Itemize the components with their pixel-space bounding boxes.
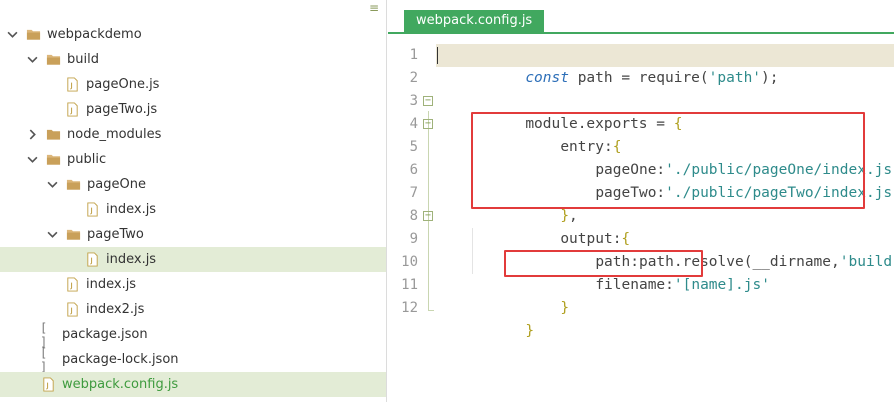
- line-number: 12: [401, 300, 418, 316]
- line-number: 4: [409, 116, 418, 132]
- tab-webpack-config-js[interactable]: webpack.config.js: [404, 10, 545, 32]
- tree-file-pageone-index-js[interactable]: index.js: [0, 197, 386, 222]
- tree-file-package-json[interactable]: [ ] package.json: [0, 320, 386, 349]
- tree-folder-pagetwo[interactable]: pageTwo: [0, 222, 386, 247]
- js-file-icon: [84, 252, 100, 268]
- tree-folder-webpackdemo[interactable]: webpackdemo: [0, 22, 386, 47]
- folder-open-icon: [25, 27, 41, 43]
- tree-item-label: build: [67, 52, 99, 67]
- tree-file-webpack-config-js[interactable]: webpack.config.js: [0, 372, 386, 397]
- js-file-icon: [84, 202, 100, 218]
- tree-file-index2-js[interactable]: index2.js: [0, 297, 386, 322]
- folder-open-icon: [45, 52, 61, 68]
- tree-folder-public[interactable]: public: [0, 147, 386, 172]
- tree-item-label: public: [67, 152, 107, 167]
- tree-folder-node-modules[interactable]: node_modules: [0, 122, 386, 147]
- code-line[interactable]: 11 }: [388, 274, 894, 316]
- line-number: 9: [409, 231, 418, 247]
- text-caret: [437, 47, 438, 64]
- chevron-right-icon[interactable]: [26, 129, 38, 141]
- tree-item-label: webpackdemo: [47, 27, 142, 42]
- highlight-box-filename: [504, 250, 703, 277]
- json-file-icon: [ ]: [40, 345, 49, 374]
- code-editor[interactable]: webpack.config.js 1 const path = require…: [388, 0, 894, 402]
- line-number: 3: [409, 93, 418, 109]
- tree-item-label: pageOne: [87, 177, 146, 192]
- indent-guide: [472, 228, 473, 274]
- line-number: 11: [401, 277, 418, 293]
- tree-item-label: package-lock.json: [62, 352, 179, 367]
- fold-toggle-icon[interactable]: −: [423, 96, 433, 106]
- folder-icon: [45, 127, 61, 143]
- tree-item-label: index2.js: [86, 302, 145, 317]
- folder-open-icon: [65, 227, 81, 243]
- chevron-down-icon[interactable]: [6, 29, 18, 41]
- js-file-icon: [64, 277, 80, 293]
- js-file-icon: [64, 77, 80, 93]
- tree-folder-pageone[interactable]: pageOne: [0, 172, 386, 197]
- highlight-box-entry: [471, 112, 865, 209]
- js-file-icon: [64, 102, 80, 118]
- tree-item-label: webpack.config.js: [62, 377, 179, 392]
- line-number: 5: [409, 139, 418, 155]
- tree-file-pageone-js[interactable]: pageOne.js: [0, 72, 386, 97]
- chevron-down-icon[interactable]: [26, 54, 38, 66]
- fold-toggle-icon[interactable]: −: [423, 211, 433, 221]
- tree-item-label: pageTwo: [87, 227, 144, 242]
- tree-item-label: pageOne.js: [86, 77, 160, 92]
- tree-item-label: index.js: [86, 277, 137, 292]
- code-line[interactable]: 1 const path = require('path');: [388, 44, 894, 86]
- tree-item-label: node_modules: [67, 127, 162, 142]
- fold-toggle-icon[interactable]: −: [423, 119, 433, 129]
- tab-underline: [388, 32, 894, 34]
- json-file-icon: [ ]: [40, 320, 49, 349]
- line-number: 6: [409, 162, 418, 178]
- folder-open-icon: [45, 152, 61, 168]
- code-token: }: [525, 323, 535, 339]
- tree-file-package-lock-json[interactable]: [ ] package-lock.json: [0, 345, 386, 374]
- tree-item-label: pageTwo.js: [86, 102, 158, 117]
- line-number: 8: [409, 208, 418, 224]
- tree-file-pagetwo-js[interactable]: pageTwo.js: [0, 97, 386, 122]
- chevron-down-icon[interactable]: [46, 179, 58, 191]
- tab-bar: webpack.config.js: [388, 0, 894, 34]
- js-file-icon: [40, 377, 56, 393]
- tree-item-label: package.json: [62, 327, 148, 342]
- code-line[interactable]: 3 − module.exports = {: [388, 90, 894, 132]
- code-line[interactable]: 9 path:path.resolve(__dirname,'build'),: [388, 228, 894, 270]
- chevron-down-icon[interactable]: [26, 154, 38, 166]
- tree-item-label: index.js: [106, 202, 157, 217]
- line-number: 7: [409, 185, 418, 201]
- tree-file-pagetwo-index-js[interactable]: index.js: [0, 247, 386, 272]
- line-number: 1: [409, 47, 418, 63]
- chevron-down-icon[interactable]: [46, 229, 58, 241]
- file-explorer: ≡ webpackdemo build pageOne.js pageTwo.j…: [0, 0, 387, 402]
- line-number: 2: [409, 70, 418, 86]
- menu-icon[interactable]: ≡: [368, 2, 380, 14]
- code-line[interactable]: 2: [388, 67, 894, 90]
- line-number: 10: [401, 254, 418, 270]
- js-file-icon: [64, 302, 80, 318]
- code-line[interactable]: 12 }: [388, 297, 894, 339]
- tree-folder-build[interactable]: build: [0, 47, 386, 72]
- folder-open-icon: [65, 177, 81, 193]
- tree-item-label: index.js: [106, 252, 157, 267]
- tree-file-public-index-js[interactable]: index.js: [0, 272, 386, 297]
